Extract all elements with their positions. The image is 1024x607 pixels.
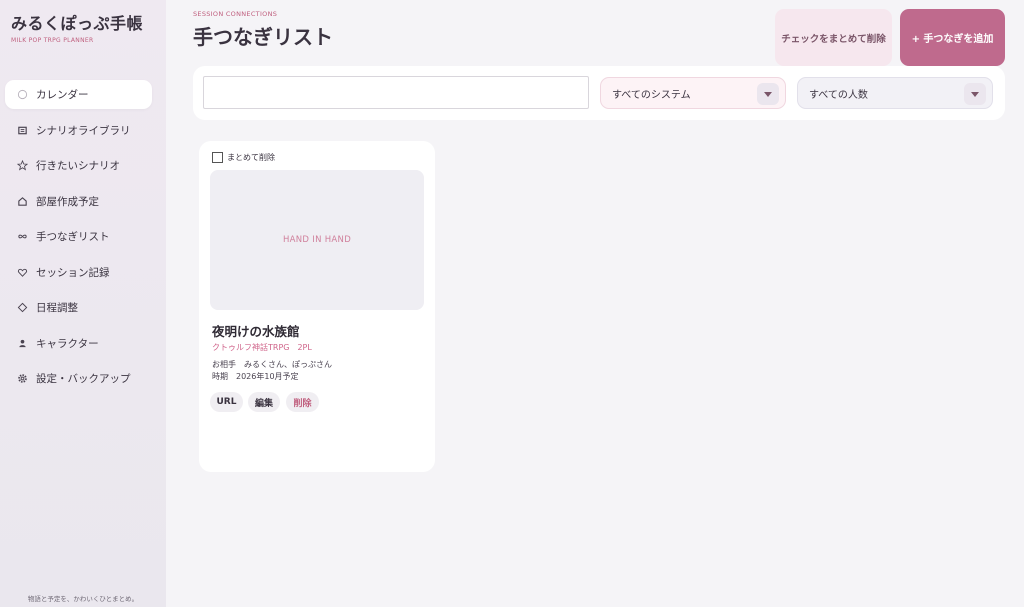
- checkbox-box[interactable]: [212, 152, 223, 163]
- system-select[interactable]: すべてのシステム: [600, 77, 786, 109]
- book-icon: [16, 124, 28, 136]
- edit-button[interactable]: 編集: [248, 392, 280, 412]
- partner-value: みるくさん、ぽっぷさん: [244, 360, 332, 369]
- person-icon: [16, 337, 28, 349]
- delete-button[interactable]: 削除: [286, 392, 319, 412]
- card-timing-row: 時期 2026年10月予定: [212, 371, 299, 382]
- sidebar-item-label: セッション記録: [36, 266, 110, 279]
- sidebar: みるくぽっぷ手帳 MILK POP TRPG PLANNER カレンダー シナリ…: [0, 0, 166, 607]
- card-thumbnail: HAND IN HAND: [210, 170, 424, 310]
- star-icon: [16, 160, 28, 172]
- add-connection-button[interactable]: + 手つなぎを追加: [900, 9, 1005, 66]
- card-system: クトゥルフ神話TRPG: [212, 343, 290, 352]
- partner-key: お相手: [212, 360, 236, 369]
- sidebar-nav: カレンダー シナリオライブラリ 行きたいシナリオ 部屋作成予定 手つなぎリスト: [5, 80, 152, 400]
- connection-card: まとめて削除 HAND IN HAND 夜明けの水族館 クトゥルフ神話TRPG 2…: [199, 141, 435, 472]
- bulk-delete-button[interactable]: チェックをまとめて削除: [775, 9, 892, 66]
- app-subtitle: MILK POP TRPG PLANNER: [11, 37, 94, 44]
- card-meta: クトゥルフ神話TRPG 2PL: [212, 342, 312, 353]
- diamond-icon: [16, 302, 28, 314]
- sidebar-item-label: シナリオライブラリ: [36, 124, 131, 137]
- card-players: 2PL: [297, 343, 312, 352]
- sidebar-item-label: 部屋作成予定: [36, 195, 99, 208]
- chevron-down-icon: [964, 83, 986, 105]
- filter-bar: すべてのシステム すべての人数: [193, 66, 1005, 120]
- infinity-icon: [16, 231, 28, 243]
- card-title: 夜明けの水族館: [212, 324, 300, 339]
- sidebar-item-calendar[interactable]: カレンダー: [5, 80, 152, 109]
- sidebar-item-label: 行きたいシナリオ: [36, 160, 120, 172]
- timing-value: 2026年10月予定: [236, 372, 299, 381]
- sidebar-item-connections[interactable]: 手つなぎリスト: [5, 222, 152, 251]
- heart-icon: [16, 266, 28, 278]
- sidebar-item-session-records[interactable]: セッション記録: [5, 258, 152, 287]
- system-select-value: すべてのシステム: [612, 89, 691, 101]
- checkbox-label: まとめて削除: [227, 153, 275, 162]
- page-subtitle: SESSION CONNECTIONS: [193, 10, 278, 18]
- bulk-delete-checkbox[interactable]: まとめて削除: [212, 152, 275, 163]
- thumbnail-placeholder-text: HAND IN HAND: [282, 235, 352, 245]
- sidebar-item-label: カレンダー: [36, 89, 89, 101]
- timing-key: 時期: [212, 372, 228, 381]
- sidebar-item-schedule[interactable]: 日程調整: [5, 293, 152, 322]
- footer-tagline: 物語と予定を、かわいくひとまとめ。: [27, 595, 139, 603]
- people-select-value: すべての人数: [809, 89, 868, 101]
- sidebar-item-characters[interactable]: キャラクター: [5, 329, 152, 358]
- chevron-down-icon: [757, 83, 779, 105]
- sidebar-item-wishlist[interactable]: 行きたいシナリオ: [5, 151, 152, 180]
- card-partner-row: お相手 みるくさん、ぽっぷさん: [212, 359, 332, 370]
- house-icon: [16, 195, 28, 207]
- gear-icon: [16, 373, 28, 385]
- url-button[interactable]: URL: [210, 392, 243, 412]
- sidebar-item-label: キャラクター: [36, 337, 99, 350]
- sidebar-item-scenario-library[interactable]: シナリオライブラリ: [5, 116, 152, 145]
- sidebar-item-label: 日程調整: [36, 302, 78, 314]
- search-input[interactable]: [203, 76, 589, 109]
- sidebar-item-room-plans[interactable]: 部屋作成予定: [5, 187, 152, 216]
- people-select[interactable]: すべての人数: [797, 77, 993, 109]
- sidebar-item-label: 手つなぎリスト: [36, 231, 110, 243]
- circle-icon: [16, 89, 28, 101]
- sidebar-item-label: 設定・バックアップ: [36, 373, 131, 385]
- sidebar-item-settings[interactable]: 設定・バックアップ: [5, 364, 152, 393]
- app-title: みるくぽっぷ手帳: [11, 14, 144, 33]
- page-title: 手つなぎリスト: [193, 25, 333, 49]
